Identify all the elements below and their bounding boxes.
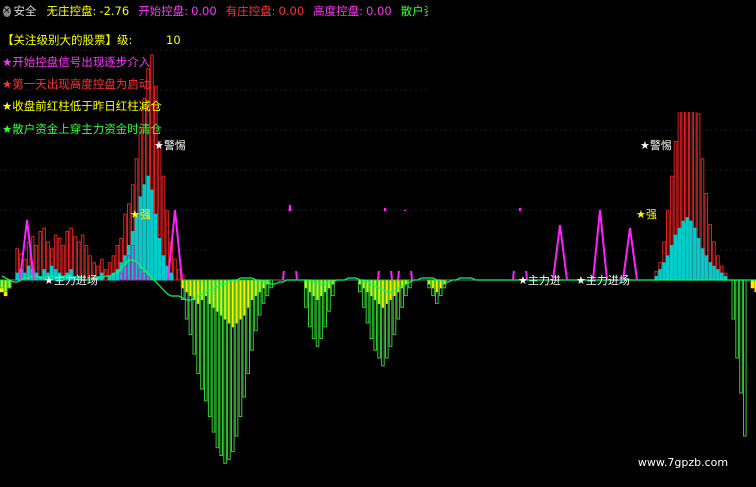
- bar-series-1: [689, 220, 693, 281]
- bar-series-1: [662, 262, 666, 281]
- bar-series-4: [735, 279, 739, 359]
- bar-series-1: [157, 238, 162, 281]
- header-item-value: 0.00: [191, 4, 217, 18]
- bar-series-4: [743, 279, 747, 437]
- bar-series-1: [685, 217, 689, 281]
- legend-item-1: ★第一天出现高度控盘为启动: [2, 77, 151, 91]
- bar-series-1: [161, 255, 166, 281]
- bar-series-1: [673, 234, 678, 281]
- header-item-value: 0.00: [278, 4, 305, 18]
- legend-title: 【关注级别大的股票】级:: [2, 33, 133, 47]
- legend-title-value: 10: [166, 33, 181, 47]
- bar-series-3: [750, 279, 755, 289]
- header-item-1: 开始控盘: 0.00: [138, 3, 219, 19]
- bar-series-1: [681, 220, 686, 281]
- header-item-0: 无庄控盘: -2.76: [47, 3, 133, 19]
- header-item-value: 0.00: [366, 4, 392, 18]
- annotation-3: ★主力进: [518, 274, 561, 287]
- bar-series-0: [38, 231, 43, 281]
- annotation-2: ★主力进场: [44, 274, 98, 287]
- bar-series-1: [154, 213, 158, 281]
- bar-series-1: [677, 227, 682, 281]
- annotation-1: ★强: [130, 208, 151, 221]
- legend-title-row: 【关注级别大的股票】级: 10: [2, 32, 181, 48]
- bar-series-1: [708, 262, 713, 281]
- bar-series-4: [739, 279, 743, 394]
- bar-series-1: [669, 244, 674, 281]
- bar-series-0: [177, 269, 181, 281]
- bar-series-1: [150, 189, 154, 281]
- legend-item-2: ★收盘前红柱低于昨日红柱减仓: [2, 99, 162, 113]
- bar-series-1: [100, 272, 104, 281]
- header-item-label: 有庄控盘:: [225, 4, 276, 18]
- bar-series-4: [731, 279, 736, 320]
- bar-series-1: [712, 265, 716, 281]
- bar-series-1: [658, 269, 662, 281]
- bar-series-1: [107, 276, 112, 281]
- watermark: www.7gpzb.com: [610, 438, 756, 487]
- close-icon[interactable]: ×: [3, 5, 11, 17]
- header-item-label: 无庄控盘:: [46, 4, 97, 18]
- bar-series-1: [719, 272, 724, 281]
- annotation-0: ★警惕: [154, 139, 186, 152]
- bar-series-1: [693, 227, 697, 281]
- indicator-header: × 安全 无庄控盘: -2.76 开始控盘: 0.00 有庄控盘: 0.00 高度控盘: 0.…: [0, 0, 430, 22]
- bar-series-4: [204, 279, 208, 402]
- bar-series-1: [696, 238, 701, 281]
- header-item-label: 高度控盘:: [313, 4, 364, 18]
- bar-series-1: [142, 184, 146, 281]
- bar-series-0: [173, 258, 177, 281]
- app-label: 安全: [13, 4, 37, 18]
- annotation-6: ★强: [636, 208, 657, 221]
- header-items: 无庄控盘: -2.76 开始控盘: 0.00 有庄控盘: 0.00 高度控盘: 0.00 散户资…: [47, 3, 430, 19]
- legend-item-0: ★开始控盘信号出现逐步介入: [2, 55, 151, 69]
- header-item-2: 有庄控盘: 0.00: [226, 3, 307, 19]
- bar-series-1: [15, 272, 19, 281]
- masked-area-top-right: [428, 0, 756, 112]
- bar-series-0: [103, 269, 108, 281]
- header-item-label: 散户资金线:: [400, 4, 430, 18]
- bar-series-1: [169, 272, 173, 281]
- header-item-4: 散户资金线:2.94: [401, 3, 430, 19]
- header-item-label: 开始控盘:: [138, 4, 189, 18]
- legend-item-3: ★散户资金上穿主力资金时清仓: [2, 122, 162, 136]
- masked-area-center: [208, 211, 548, 271]
- bar-series-1: [146, 175, 150, 281]
- annotation-4: ★主力进场: [576, 274, 630, 287]
- bar-series-1: [704, 255, 709, 281]
- chart-root: × 安全 无庄控盘: -2.76 开始控盘: 0.00 有庄控盘: 0.00 高度控盘: 0.…: [0, 0, 756, 487]
- bar-series-1: [700, 248, 705, 281]
- spike-7: [592, 209, 608, 281]
- header-item-3: 高度控盘: 0.00: [313, 3, 394, 19]
- bar-series-1: [716, 269, 720, 281]
- header-item-value: -2.76: [99, 4, 130, 18]
- bar-series-1: [666, 255, 670, 281]
- annotation-5: ★警惕: [640, 139, 672, 152]
